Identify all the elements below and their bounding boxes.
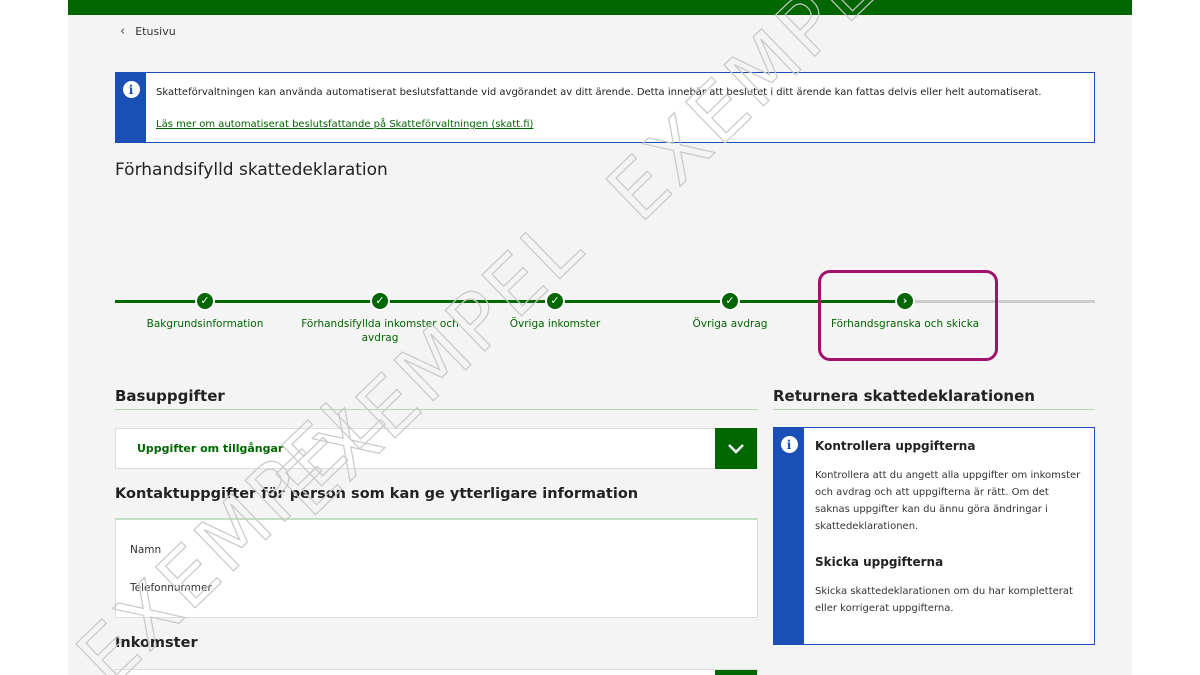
income-accordion[interactable] <box>115 669 758 675</box>
check-icon: ✓ <box>195 291 215 311</box>
step-label: Övriga avdrag <box>692 318 768 330</box>
contact-name-label: Namn <box>130 544 162 556</box>
banner-stripe: i <box>116 73 146 142</box>
check-title: Kontrollera uppgifterna <box>815 439 976 453</box>
step-label: Övriga inkomster <box>509 318 601 330</box>
chevron-down-icon[interactable] <box>715 670 757 675</box>
send-text: Skicka skattedeklarationen om du har kom… <box>815 586 1073 614</box>
check-icon: ✓ <box>545 291 565 311</box>
step-other-deductions[interactable]: ✓ Övriga avdrag <box>645 290 815 331</box>
top-bar <box>68 0 1132 15</box>
info-icon: i <box>780 436 798 453</box>
return-info-card: i Kontrollera uppgifterna Kontrollera at… <box>773 427 1095 645</box>
chevron-left-icon: ‹ <box>120 24 126 39</box>
page-title: Förhandsifylld skattedeklaration <box>115 160 388 180</box>
step-other-income[interactable]: ✓ Övriga inkomster <box>470 290 640 331</box>
check-icon: ✓ <box>720 291 740 311</box>
info-icon: i <box>122 81 140 98</box>
step-background-info[interactable]: ✓ Bakgrundsinformation <box>120 290 290 331</box>
assets-accordion-label: Uppgifter om tillgångar <box>137 442 284 455</box>
automated-decision-banner: i Skatteförvaltningen kan använda automa… <box>115 72 1095 143</box>
contact-card: Namn Telefonnummer <box>115 518 758 618</box>
chevron-down-icon[interactable] <box>715 428 757 469</box>
step-label: Bakgrundsinformation <box>146 318 264 330</box>
assets-accordion[interactable]: Uppgifter om tillgångar <box>115 428 758 469</box>
step-prefilled-income[interactable]: ✓ Förhandsifyllda inkomster och avdrag <box>295 290 465 345</box>
card-stripe: i <box>774 428 804 644</box>
page: ‹ Etusivu i Skatteförvaltningen kan anvä… <box>68 0 1132 675</box>
back-link-label: Etusivu <box>135 25 176 38</box>
card-body: Kontrollera uppgifterna Kontrollera att … <box>804 428 1094 644</box>
income-section-title: Inkomster <box>115 635 198 651</box>
send-title: Skicka uppgifterna <box>815 555 944 569</box>
current-step-highlight <box>818 270 998 361</box>
banner-content: Skatteförvaltningen kan använda automati… <box>146 73 1052 142</box>
basic-info-title: Basuppgifter <box>115 387 758 410</box>
banner-link[interactable]: Läs mer om automatiserat beslutsfattande… <box>156 119 1042 130</box>
check-icon: ✓ <box>370 291 390 311</box>
back-link[interactable]: ‹ Etusivu <box>120 24 176 39</box>
return-section-title: Returnera skattedeklarationen <box>773 387 1095 410</box>
banner-text: Skatteförvaltningen kan använda automati… <box>156 87 1042 98</box>
contact-section-title: Kontaktuppgifter för person som kan ge y… <box>115 486 639 502</box>
check-text: Kontrollera att du angett alla uppgifter… <box>815 470 1081 532</box>
step-label: Förhandsifyllda inkomster och avdrag <box>301 318 459 344</box>
contact-phone-label: Telefonnummer <box>130 582 212 594</box>
